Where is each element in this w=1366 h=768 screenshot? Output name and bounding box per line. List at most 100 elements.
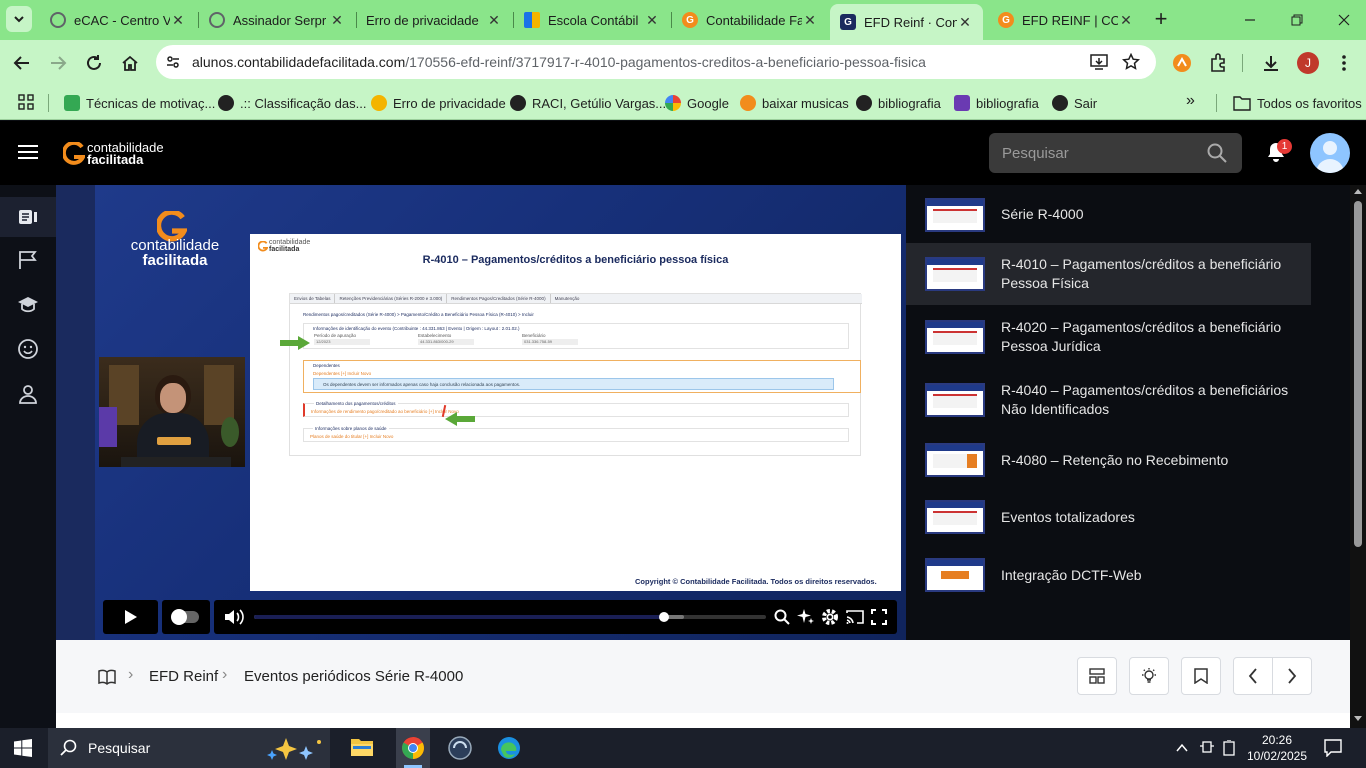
bookmark-item[interactable]: Sair	[1052, 92, 1097, 114]
bookmark-item[interactable]: Erro de privacidade	[371, 92, 506, 114]
close-icon[interactable]: ✕	[802, 12, 818, 29]
browser-tab[interactable]: eCAC - Centro V ✕	[40, 4, 196, 36]
lesson-item-active[interactable]: R-4010 – Pagamentos/créditos a beneficiá…	[906, 243, 1311, 305]
menu-button[interactable]	[1331, 50, 1357, 76]
site-logo[interactable]: contabilidade facilitada	[63, 139, 164, 169]
rail-courses-button[interactable]	[14, 291, 42, 319]
fullscreen-icon[interactable]	[871, 609, 887, 625]
rail-profile-button[interactable]	[14, 380, 42, 408]
notifications-button[interactable]: 1	[1265, 139, 1292, 165]
home-button[interactable]	[117, 50, 143, 76]
bookmark-item[interactable]: .:: Classificação das...	[218, 92, 366, 114]
close-icon[interactable]: ✕	[644, 12, 660, 29]
close-icon[interactable]: ✕	[486, 12, 502, 29]
hamburger-menu-button[interactable]	[18, 144, 38, 165]
browser-tab[interactable]: Escola Contábil ✕	[514, 4, 670, 36]
bookmark-button[interactable]	[1181, 657, 1221, 695]
browser-tab-active[interactable]: G EFD Reinf · Cont ✕	[830, 4, 983, 40]
play-button[interactable]	[103, 600, 158, 634]
minimize-button[interactable]	[1240, 10, 1260, 30]
back-button[interactable]	[9, 50, 35, 76]
close-icon[interactable]: ✕	[170, 12, 186, 29]
sparkle-icon[interactable]	[797, 608, 815, 626]
forward-button[interactable]	[45, 50, 71, 76]
clock[interactable]: 20:26 10/02/2025	[1244, 732, 1310, 764]
site-info-icon[interactable]	[165, 54, 181, 70]
tab-search-button[interactable]	[6, 6, 32, 32]
settings-gear-icon[interactable]	[821, 608, 839, 626]
maximize-button[interactable]	[1287, 10, 1307, 30]
rail-flag-button[interactable]	[14, 246, 42, 274]
notification-center-icon[interactable]	[1324, 739, 1342, 757]
rail-community-button[interactable]	[14, 335, 42, 363]
bookmark-item[interactable]: Google	[665, 92, 729, 114]
book-icon[interactable]	[98, 669, 116, 685]
arrow-right-icon	[51, 56, 67, 70]
breadcrumb-course[interactable]: EFD Reinf	[149, 668, 218, 685]
apps-button[interactable]	[18, 94, 34, 115]
browser-tab[interactable]: Erro de privacidade ✕	[356, 4, 512, 36]
page-scrollbar[interactable]	[1350, 185, 1366, 728]
bookmark-item[interactable]: RACI, Getúlio Vargas...	[510, 92, 666, 114]
close-icon[interactable]: ✕	[329, 12, 345, 29]
site-search-input[interactable]: Pesquisar	[989, 133, 1242, 173]
lesson-item[interactable]: Integração DCTF-Web	[906, 545, 1311, 605]
bookmark-item[interactable]: bibliografia	[954, 92, 1039, 114]
extensions-button[interactable]	[1205, 50, 1231, 76]
scrollbar-thumb[interactable]	[1354, 201, 1362, 547]
all-bookmarks-button[interactable]: Todos os favoritos	[1233, 92, 1362, 114]
bookmark-item[interactable]: baixar musicas	[740, 92, 849, 114]
search-icon[interactable]	[1207, 143, 1227, 163]
rail-lessons-button[interactable]	[14, 203, 42, 231]
lesson-item[interactable]: Série R-4000	[906, 185, 1311, 245]
bookmark-item[interactable]: bibliografia	[856, 92, 941, 114]
address-bar[interactable]: alunos.contabilidadefacilitada.com/17055…	[156, 45, 1156, 79]
display-icon[interactable]	[1200, 741, 1214, 755]
next-lesson-button[interactable]	[1272, 657, 1312, 695]
lesson-item[interactable]: R-4020 – Pagamentos/créditos a beneficiá…	[906, 308, 1311, 368]
scroll-up-icon[interactable]	[1354, 189, 1362, 194]
downloads-button[interactable]	[1258, 50, 1284, 76]
reload-icon	[87, 55, 101, 70]
previous-lesson-button[interactable]	[1233, 657, 1273, 695]
bookmark-item[interactable]: Técnicas de motivaç...	[64, 92, 215, 114]
taskbar-chrome[interactable]	[396, 728, 430, 768]
volume-icon[interactable]	[224, 609, 244, 625]
lesson-item[interactable]: R-4080 – Retenção no Recebimento	[906, 430, 1311, 490]
close-icon[interactable]: ✕	[1118, 12, 1134, 29]
battery-icon[interactable]	[1222, 740, 1236, 756]
progress-handle[interactable]	[658, 612, 669, 622]
green-arrow-left-icon	[445, 412, 475, 426]
breadcrumb-module[interactable]: Eventos periódicos Série R-4000	[244, 668, 463, 685]
chevron-down-icon	[14, 16, 24, 23]
bookmark-label: RACI, Getúlio Vargas...	[532, 95, 667, 111]
lesson-item[interactable]: R-4040 – Pagamentos/créditos a beneficiá…	[906, 371, 1311, 431]
more-bookmarks-button[interactable]: »	[1186, 92, 1195, 110]
new-tab-button[interactable]: +	[1150, 8, 1172, 30]
autoplay-toggle[interactable]	[162, 600, 210, 634]
star-icon[interactable]	[1122, 53, 1140, 71]
close-icon[interactable]: ✕	[957, 14, 973, 31]
extension-button[interactable]	[1169, 50, 1195, 76]
taskbar-search[interactable]: Pesquisar	[48, 728, 330, 768]
browser-tab[interactable]: G EFD REINF | CON ✕	[988, 4, 1144, 36]
cast-icon[interactable]	[846, 609, 864, 625]
search-icon[interactable]	[774, 609, 790, 625]
profile-avatar[interactable]: J	[1297, 52, 1319, 74]
start-button[interactable]	[14, 739, 32, 762]
lesson-item[interactable]: Eventos totalizadores	[906, 487, 1311, 547]
theme-toggle-button[interactable]	[1129, 657, 1169, 695]
scroll-down-icon[interactable]	[1354, 716, 1362, 721]
progress-track[interactable]	[254, 612, 766, 622]
user-avatar[interactable]	[1310, 133, 1350, 173]
taskbar-edge[interactable]	[497, 736, 521, 765]
install-app-icon[interactable]	[1090, 53, 1108, 71]
close-window-button[interactable]	[1334, 10, 1354, 30]
chevron-up-icon[interactable]	[1176, 743, 1188, 753]
taskbar-explorer[interactable]	[350, 736, 374, 763]
taskbar-app[interactable]	[448, 736, 472, 765]
reload-button[interactable]	[81, 50, 107, 76]
browser-tab[interactable]: G Contabilidade Fa ✕	[672, 4, 828, 36]
browser-tab[interactable]: Assinador Serpr ✕	[199, 4, 355, 36]
layout-button[interactable]	[1077, 657, 1117, 695]
